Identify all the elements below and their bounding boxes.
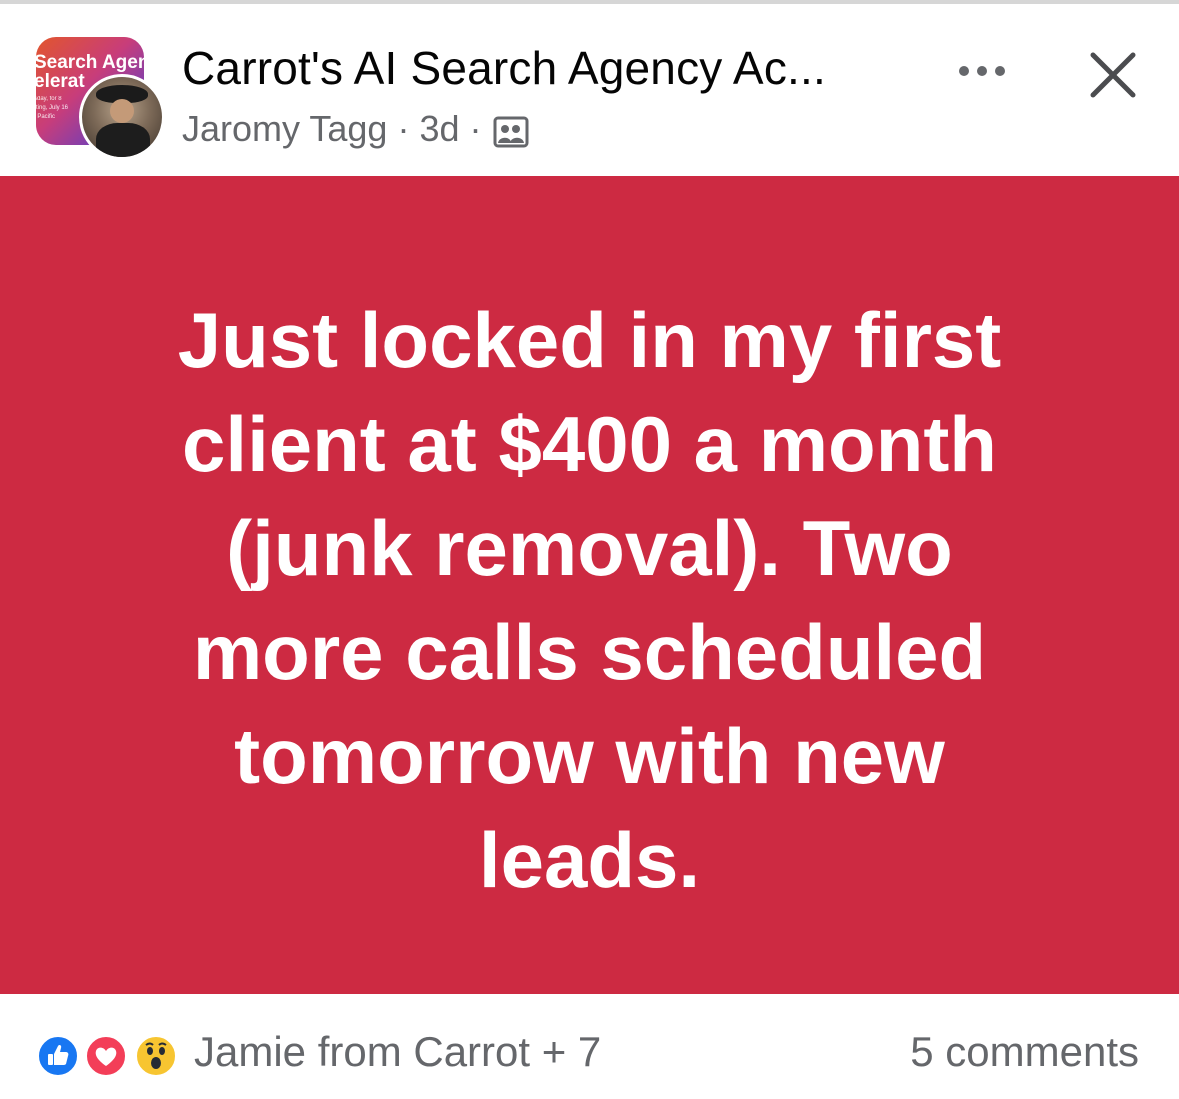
post-text-line: client at $400 a month [182, 400, 997, 488]
comments-count[interactable]: 5 comments [910, 1028, 1139, 1076]
thumbnail-line-1: Search Agen [36, 52, 144, 73]
post-text-line: (junk removal). Two [226, 504, 953, 592]
like-icon [36, 1034, 80, 1078]
post-time[interactable]: 3d [419, 108, 459, 150]
wow-icon [134, 1034, 178, 1078]
love-icon [84, 1034, 128, 1078]
meta-separator: · [469, 108, 482, 149]
post-background-card[interactable]: Just locked in my first client at $400 a… [0, 176, 1179, 994]
post-text: Just locked in my first client at $400 a… [80, 288, 1099, 912]
close-icon[interactable] [1088, 50, 1138, 100]
post-footer: Jamie from Carrot + 7 5 comments [0, 994, 1179, 1099]
meta-separator: · [397, 108, 410, 149]
post-frame: Search Agen elerat sday, for 8 rting, Ju… [0, 0, 1179, 1099]
post-meta: Jaromy Tagg · 3d · [182, 108, 529, 150]
reactions-summary[interactable] [36, 1034, 186, 1080]
group-title[interactable]: Carrot's AI Search Agency Ac... [182, 41, 826, 95]
post-text-line: leads. [478, 816, 701, 904]
avatar-body-shape [96, 123, 150, 157]
post-text-line: more calls scheduled [192, 608, 987, 696]
reactors-text[interactable]: Jamie from Carrot + 7 [194, 1028, 601, 1076]
avatar-face-shape [110, 99, 134, 123]
more-options-icon[interactable] [955, 56, 1009, 86]
post-text-line: Just locked in my first [177, 296, 1002, 384]
author-name[interactable]: Jaromy Tagg [182, 108, 387, 150]
author-avatar[interactable] [79, 74, 165, 160]
post-text-line: tomorrow with new [234, 712, 945, 800]
post-header: Search Agen elerat sday, for 8 rting, Ju… [0, 4, 1179, 176]
group-audience-icon[interactable] [493, 115, 529, 148]
